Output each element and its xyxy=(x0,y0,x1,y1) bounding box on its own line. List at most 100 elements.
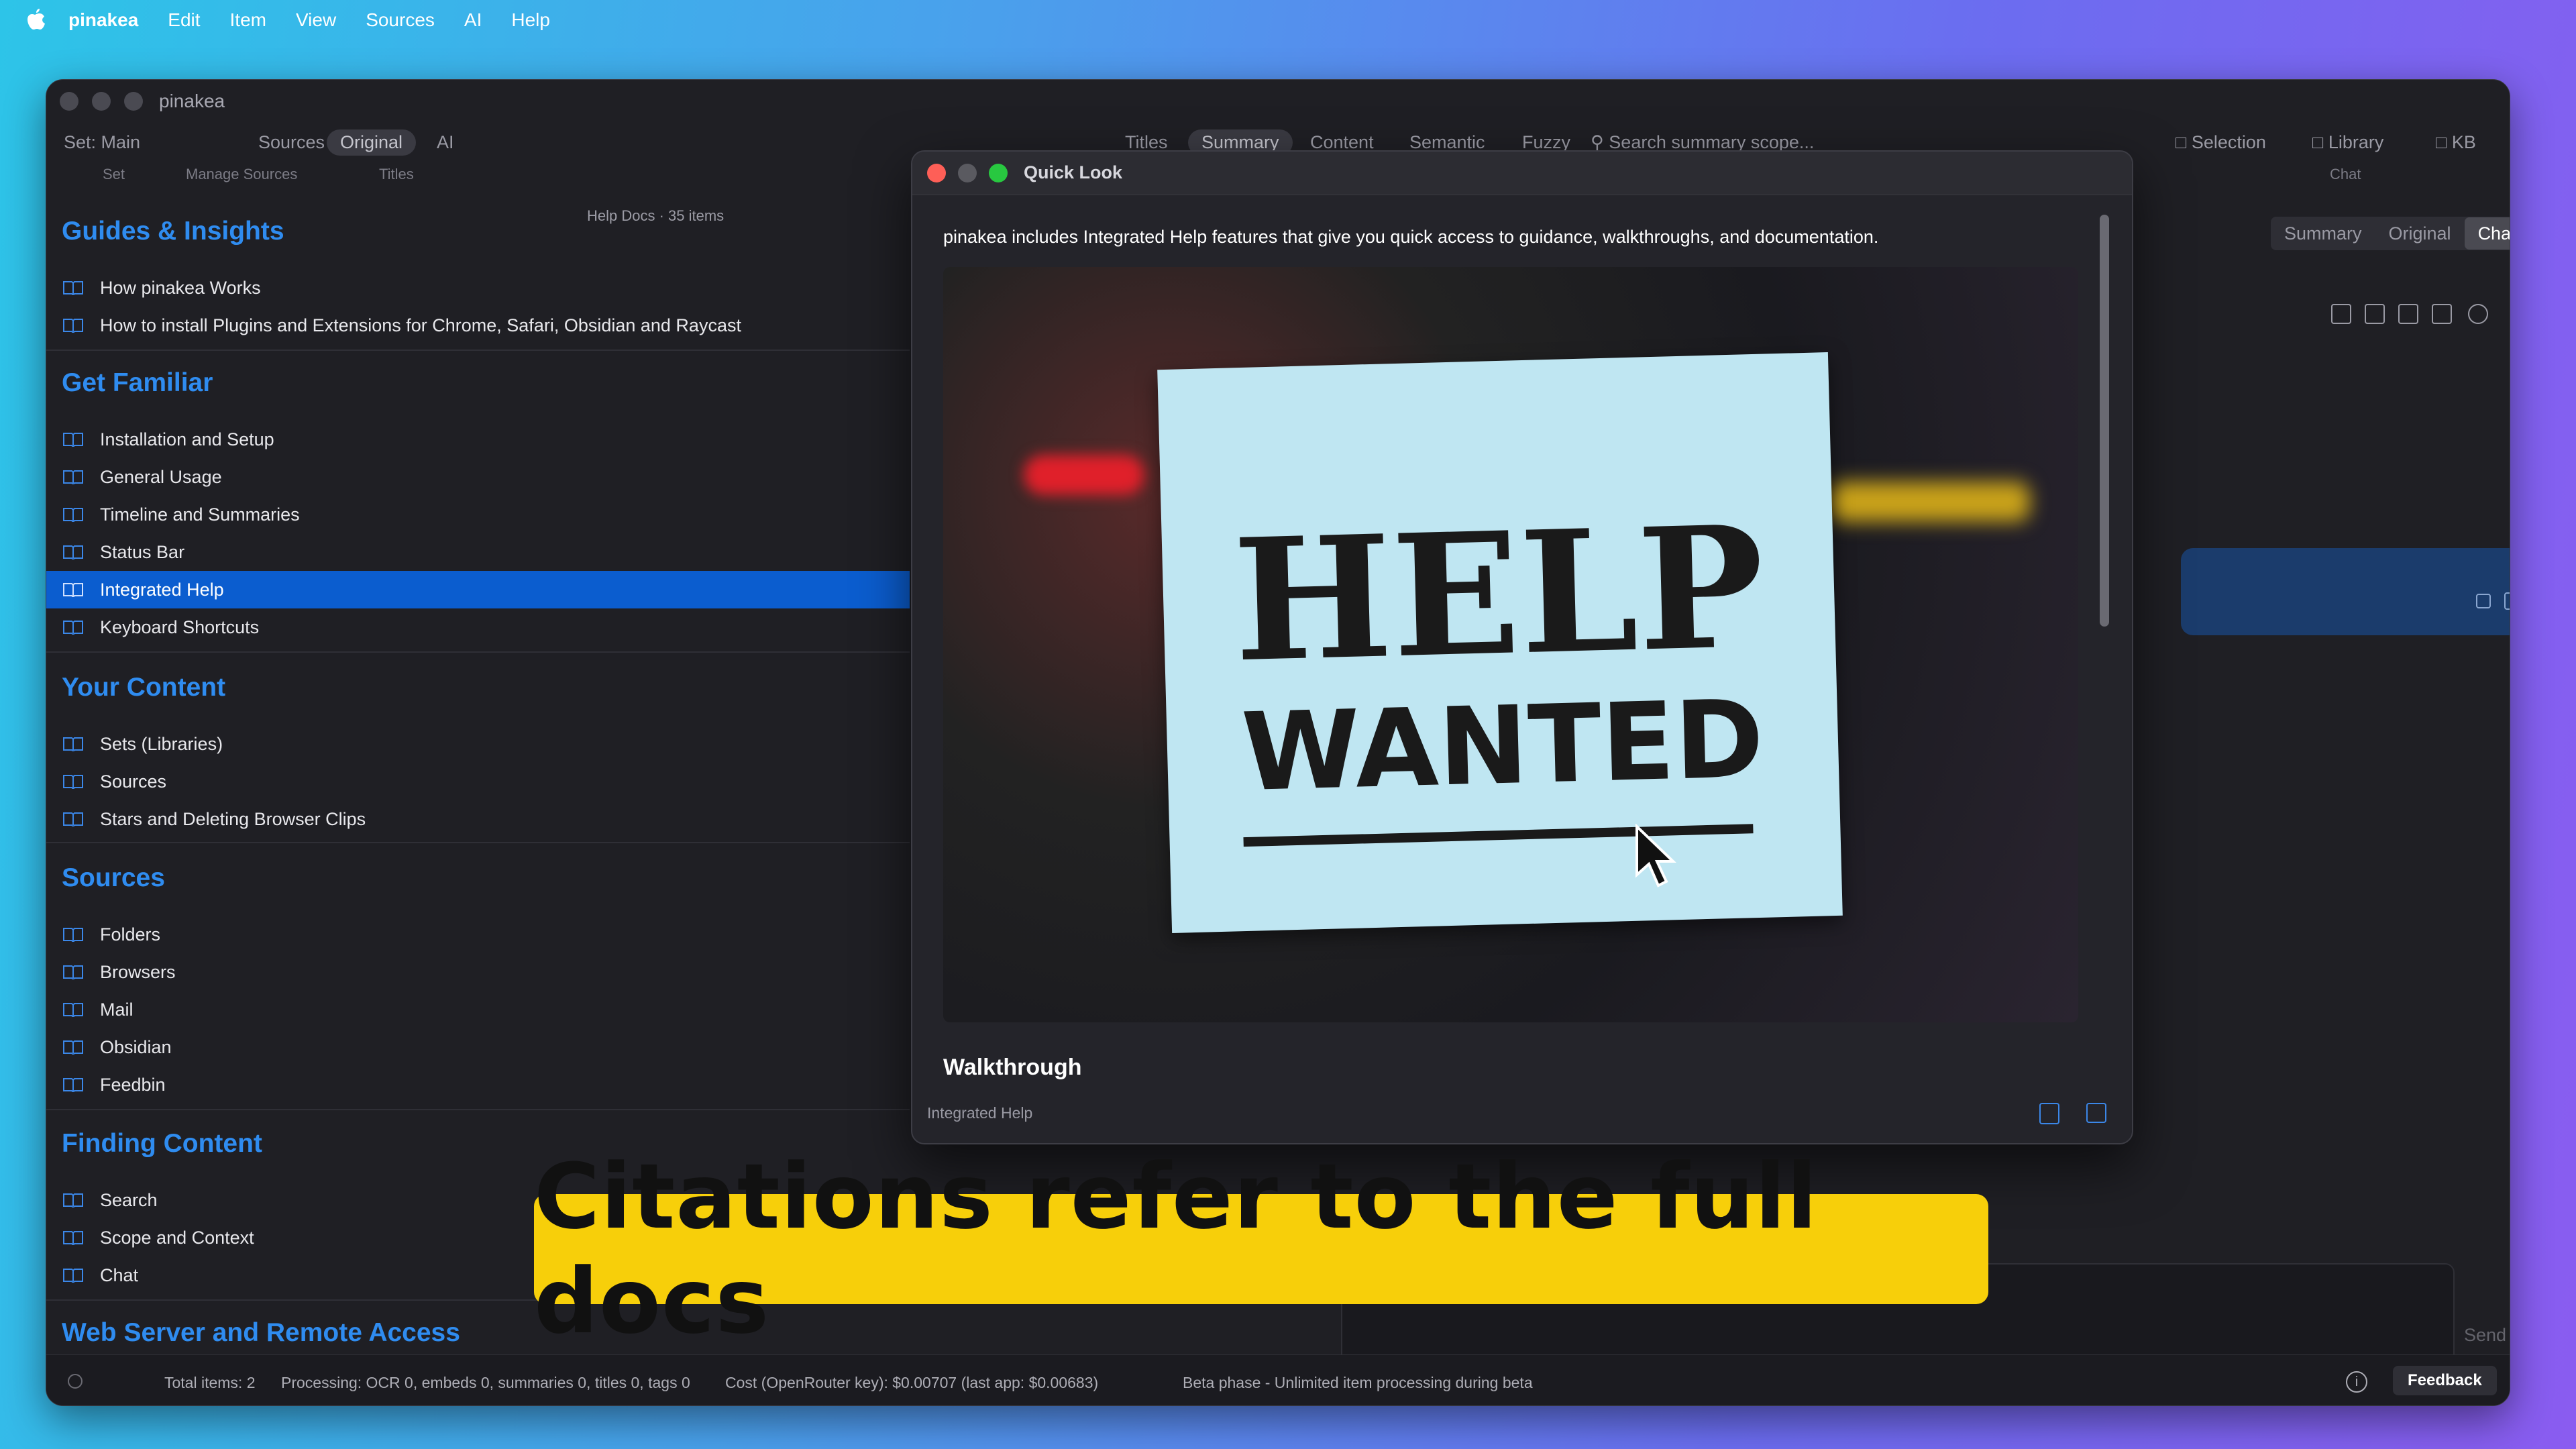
pencil-icon[interactable] xyxy=(2476,594,2491,608)
info-icon[interactable]: i xyxy=(2346,1371,2367,1393)
ql-close-button[interactable] xyxy=(927,164,946,182)
sidebar-item-label: Folders xyxy=(100,924,161,945)
section-guides: Guides & Insights xyxy=(62,217,284,246)
sidebar-item[interactable]: Feedbin xyxy=(46,1066,910,1104)
ai-toggle[interactable]: AI xyxy=(437,132,454,153)
sidebar-item-label: Search xyxy=(100,1189,158,1210)
sidebar-item-label: Sources xyxy=(100,771,167,792)
copy-icon[interactable] xyxy=(2504,592,2510,610)
sidebar-item-label: How to install Plugins and Extensions fo… xyxy=(100,315,741,335)
sidebar-item-label: Feedbin xyxy=(100,1074,166,1095)
quick-look-titlebar: Quick Look xyxy=(912,152,2132,195)
menu-sources[interactable]: Sources xyxy=(366,9,435,31)
sidebar-item[interactable]: Installation and Setup xyxy=(46,421,910,458)
sidebar-item-selected[interactable]: Integrated Help xyxy=(46,571,910,608)
minimize-window-button[interactable] xyxy=(92,92,111,111)
book-icon xyxy=(63,1003,83,1017)
library-button[interactable]: □ Library xyxy=(2312,132,2383,153)
set-selector[interactable]: Set: Main xyxy=(64,132,140,153)
view-segmented-control[interactable]: Summary Original Chat xyxy=(2271,217,2510,250)
original-toggle[interactable]: Original xyxy=(327,129,417,156)
section-divider xyxy=(46,1109,910,1110)
book-icon xyxy=(63,281,83,295)
sidebar-item[interactable]: Status Bar xyxy=(46,533,910,571)
menu-item[interactable]: Item xyxy=(230,9,266,31)
ql-minimize-button[interactable] xyxy=(958,164,977,182)
selection-label: Selection xyxy=(2191,132,2266,152)
chat-message-bubble xyxy=(2181,548,2510,635)
sidebar-item-label: Mail xyxy=(100,999,133,1020)
status-total: Total items: 2 xyxy=(164,1374,256,1391)
book-icon xyxy=(63,1231,83,1245)
sidebar-item-label: Obsidian xyxy=(100,1036,172,1057)
book-icon xyxy=(63,737,83,751)
menu-edit[interactable]: Edit xyxy=(168,9,200,31)
edit-icon[interactable] xyxy=(2331,304,2351,324)
section-divider xyxy=(46,350,910,351)
sidebar-item-label: Chat xyxy=(100,1265,139,1285)
sidebar-item-label: How pinakea Works xyxy=(100,277,261,298)
sidebar-item[interactable]: How pinakea Works xyxy=(46,269,910,307)
menu-app-name[interactable]: pinakea xyxy=(68,9,138,31)
close-window-button[interactable] xyxy=(60,92,78,111)
sidebar-item[interactable]: Sets (Libraries) xyxy=(46,725,910,763)
manage-sources-label: Manage Sources xyxy=(186,166,298,182)
book-icon xyxy=(63,319,83,333)
sign-text-wanted: WANTED xyxy=(1240,676,1766,816)
menu-view[interactable]: View xyxy=(296,9,336,31)
sidebar-item[interactable]: Sources xyxy=(46,763,910,800)
sidebar-item[interactable]: Keyboard Shortcuts xyxy=(46,608,910,646)
sidebar-item[interactable]: Mail xyxy=(46,991,910,1028)
sidebar-item-label: Sets (Libraries) xyxy=(100,733,223,754)
send-button[interactable]: Send xyxy=(2464,1325,2506,1346)
help-docs-count: Help Docs · 35 items xyxy=(587,207,724,224)
feedback-button[interactable]: Feedback xyxy=(2393,1366,2497,1395)
menu-help[interactable]: Help xyxy=(511,9,550,31)
segment-original[interactable]: Original xyxy=(2375,217,2465,250)
section-web-server: Web Server and Remote Access xyxy=(62,1318,460,1347)
status-processing: Processing: OCR 0, embeds 0, summaries 0… xyxy=(281,1374,690,1391)
zoom-window-button[interactable] xyxy=(124,92,143,111)
section-finding-content: Finding Content xyxy=(62,1129,262,1158)
sidebar-item[interactable]: Stars and Deleting Browser Clips xyxy=(46,800,910,838)
paper-sign: HELP WANTED xyxy=(1157,352,1843,933)
link-icon[interactable] xyxy=(2398,304,2418,324)
history-icon[interactable] xyxy=(2468,304,2488,324)
sidebar-item[interactable]: Folders xyxy=(46,916,910,953)
section-divider xyxy=(46,651,910,653)
quick-look-title: Quick Look xyxy=(1024,162,1123,182)
sidebar-item-label: Timeline and Summaries xyxy=(100,504,300,525)
sidebar-item-label: Status Bar xyxy=(100,541,185,562)
apple-logo-icon[interactable] xyxy=(25,9,46,32)
menu-ai[interactable]: AI xyxy=(464,9,482,31)
quick-look-scrollbar[interactable] xyxy=(2100,215,2109,627)
book-icon xyxy=(63,470,83,484)
sidebar-item[interactable]: Timeline and Summaries xyxy=(46,496,910,533)
sidebar-item-label: Scope and Context xyxy=(100,1227,254,1248)
copy-icon[interactable] xyxy=(2039,1103,2059,1124)
segment-chat[interactable]: Chat xyxy=(2464,217,2510,250)
kb-button[interactable]: □ KB xyxy=(2436,132,2476,153)
sources-button[interactable]: Sources xyxy=(258,132,325,153)
ql-zoom-button[interactable] xyxy=(989,164,1008,182)
yellow-light-blur xyxy=(1829,482,2030,522)
share-icon[interactable] xyxy=(2365,304,2385,324)
sidebar-item[interactable]: Obsidian xyxy=(46,1028,910,1066)
book-icon xyxy=(63,1193,83,1208)
book-icon xyxy=(63,508,83,522)
sidebar-item-label: General Usage xyxy=(100,466,222,487)
section-your-content: Your Content xyxy=(62,673,226,702)
copy-icon[interactable] xyxy=(2432,304,2452,324)
sidebar-item[interactable]: How to install Plugins and Extensions fo… xyxy=(46,307,910,344)
set-label: Set xyxy=(103,166,125,182)
sidebar-item-label: Installation and Setup xyxy=(100,429,274,449)
sidebar-item[interactable]: Browsers xyxy=(46,953,910,991)
selection-button[interactable]: □ Selection xyxy=(2176,132,2266,153)
search-placeholder: Search summary scope... xyxy=(1609,132,1815,152)
open-external-icon[interactable] xyxy=(2086,1103,2106,1123)
status-cost: Cost (OpenRouter key): $0.00707 (last ap… xyxy=(725,1374,1099,1391)
segment-summary[interactable]: Summary xyxy=(2271,217,2375,250)
sidebar-item[interactable]: General Usage xyxy=(46,458,910,496)
section-sources: Sources xyxy=(62,863,165,892)
mouse-cursor-icon xyxy=(1635,824,1676,888)
